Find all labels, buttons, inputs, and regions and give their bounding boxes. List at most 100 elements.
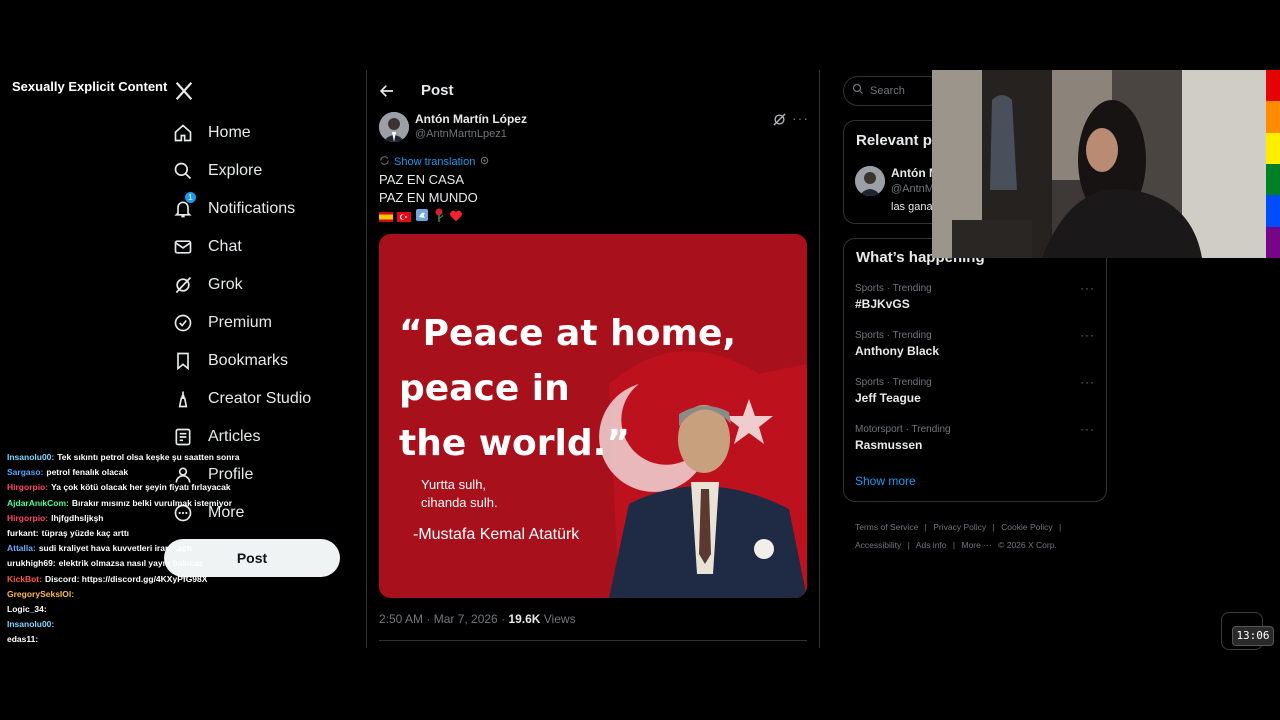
trend-more-icon[interactable]: ··· [1080,422,1095,436]
chat-message: Sargaso: petrol fenalık olacak [7,465,257,480]
footer-link[interactable]: Accessibility [855,540,901,550]
relevant-avatar[interactable] [855,166,885,196]
main-right-border [819,70,820,648]
footer-separator: | [907,540,910,550]
chat-message: furkant: tüpraş yüzde kaç arttı [7,526,257,541]
author-name[interactable]: Antón Martín López [415,112,527,126]
trend-item[interactable]: Sports · Trending Jeff Teague ··· [855,375,1095,405]
chat-message: KickBot: Discord: https://discord.gg/4KXy… [7,572,257,587]
footer-link[interactable]: Cookie Policy [1001,522,1053,532]
chat-username: Insanolu00: [7,452,55,462]
footer-separator: | [924,522,927,532]
chat-username: Hirgorpio: [7,482,49,493]
nav-bookmarks[interactable]: Bookmarks [164,342,288,380]
notification-badge: 1 [185,192,196,203]
post-more-icon[interactable]: ··· [792,110,809,126]
grok-icon[interactable] [772,112,787,127]
footer-link[interactable]: Terms of Service [855,522,918,532]
footer-link[interactable]: Privacy Policy [933,522,986,532]
post-image[interactable]: “Peace at home, peace in the world.” Yur… [379,234,807,598]
meta-divider [379,640,807,641]
image-turkish-quote: Yurtta sulh, cihanda sulh. [421,477,498,510]
footer-links: Terms of Service | Privacy Policy | Cook… [855,518,1105,554]
chat-text: Bırakır mısınız belki vurulmak istemiyor [71,497,233,508]
nav-creator-studio[interactable]: Creator Studio [164,380,311,418]
trend-category: Sports · Trending [855,377,932,388]
rainbow-flag-strip [1266,70,1280,258]
trend-more-icon[interactable]: ··· [1080,375,1095,389]
x-logo-icon[interactable] [173,80,195,102]
chat-username: Insanolu00: [7,619,55,630]
back-arrow-icon[interactable] [378,82,396,100]
nav-notifications-label: Notifications [208,200,296,217]
chat-text: elektrik olmazsa nasıl yayın bakıcaz [58,558,204,569]
nav-premium[interactable]: Premium [164,304,272,342]
nav-creator-studio-label: Creator Studio [208,390,312,407]
views-label: Views [540,612,576,626]
nav-notifications[interactable]: 1 Notifications [164,190,295,228]
search-icon [852,82,864,100]
trend-category: Sports · Trending [855,330,932,341]
chat-text: sudi kraliyet hava kuvvetleri iran kaçtı [38,543,192,554]
trend-item[interactable]: Motorsport · Trending Rasmussen ··· [855,422,1095,452]
show-more-link[interactable]: Show more [855,474,916,488]
post-header: Post [366,72,820,110]
post-timestamp[interactable]: 2:50 AM · Mar 7, 2026 · [379,612,508,626]
mail-icon [164,228,202,266]
trend-item[interactable]: Sports · Trending Anthony Black ··· [855,328,1095,358]
chat-username: furkant: [7,527,39,538]
chat-message: Attalla: sudi kraliyet hava kuvvetleri ir… [7,541,257,556]
chat-message: Logic_34: [7,602,257,617]
footer-separator: | [1059,522,1062,532]
view-count: 19.6K [508,612,541,626]
creator-icon [164,380,202,418]
trend-category: Sports · Trending [855,283,932,294]
chat-text: Tek sıkıntı petrol olsa keşke şu saatten… [57,452,240,462]
search-field[interactable] [843,76,943,106]
bookmark-icon [164,342,202,380]
trend-more-icon[interactable]: ··· [1080,281,1095,295]
emoji-row [379,208,463,227]
nav-explore[interactable]: Explore [164,152,262,190]
trend-category: Motorsport · Trending [855,424,951,435]
search-icon [164,152,202,190]
clock-display: 13:06 [1232,626,1274,646]
post-meta: 2:50 AM · Mar 7, 2026 · 19.6K Views [379,612,576,626]
chat-text: lhjfgdhsljkşh [51,512,104,523]
rose-icon [433,208,445,227]
turkey-flag-icon [397,209,411,227]
chat-message: GregorySeksIOl: [7,587,257,602]
footer-copyright: © 2026 X Corp. [998,540,1057,550]
author-handle[interactable]: @AntnMartnLpez1 [415,128,507,140]
chat-username: KickBot: [7,573,42,584]
grok-icon [164,266,202,304]
relevant-handle[interactable]: @AntnM [891,183,934,195]
nav-grok[interactable]: Grok [164,266,243,304]
chat-username: urukhigh69: [7,558,56,569]
trend-name: Rasmussen [855,438,923,452]
footer-link[interactable]: Ads info [916,540,947,550]
chat-message: Insanolu00: Tek sıkıntı petrol olsa keşke… [7,450,257,465]
trend-more-icon[interactable]: ··· [1080,328,1095,342]
nav-home[interactable]: Home [164,114,251,152]
chat-username: Sargaso: [7,467,44,478]
chat-message: Hirgorpio: lhjfgdhsljkşh [7,511,257,526]
chat-text: petrol fenalık olacak [46,467,129,478]
trend-name: Anthony Black [855,344,940,358]
search-input[interactable] [870,85,930,97]
chat-message: edas11: [7,632,257,647]
trend-item[interactable]: Sports · Trending #BJKvGS ··· [855,281,1095,311]
footer-link[interactable]: More ··· [961,540,991,550]
chat-message: urukhigh69: elektrik olmazsa nasıl yayın … [7,556,257,571]
nav-home-label: Home [208,124,251,141]
main-left-border [366,70,367,648]
chat-username: AjdarAnıkCom: [7,497,69,508]
home-icon [164,114,202,152]
chat-username: edas11: [7,634,39,645]
show-translation-link[interactable]: Show translation [379,155,490,169]
nav-chat[interactable]: Chat [164,228,242,266]
chat-text: Ya çok kötü olacak her şeyin fiyatı fırl… [51,482,231,493]
settings-gear-icon[interactable] [479,155,490,169]
chat-message: Insanolu00: [7,617,257,632]
author-avatar[interactable] [379,112,409,142]
